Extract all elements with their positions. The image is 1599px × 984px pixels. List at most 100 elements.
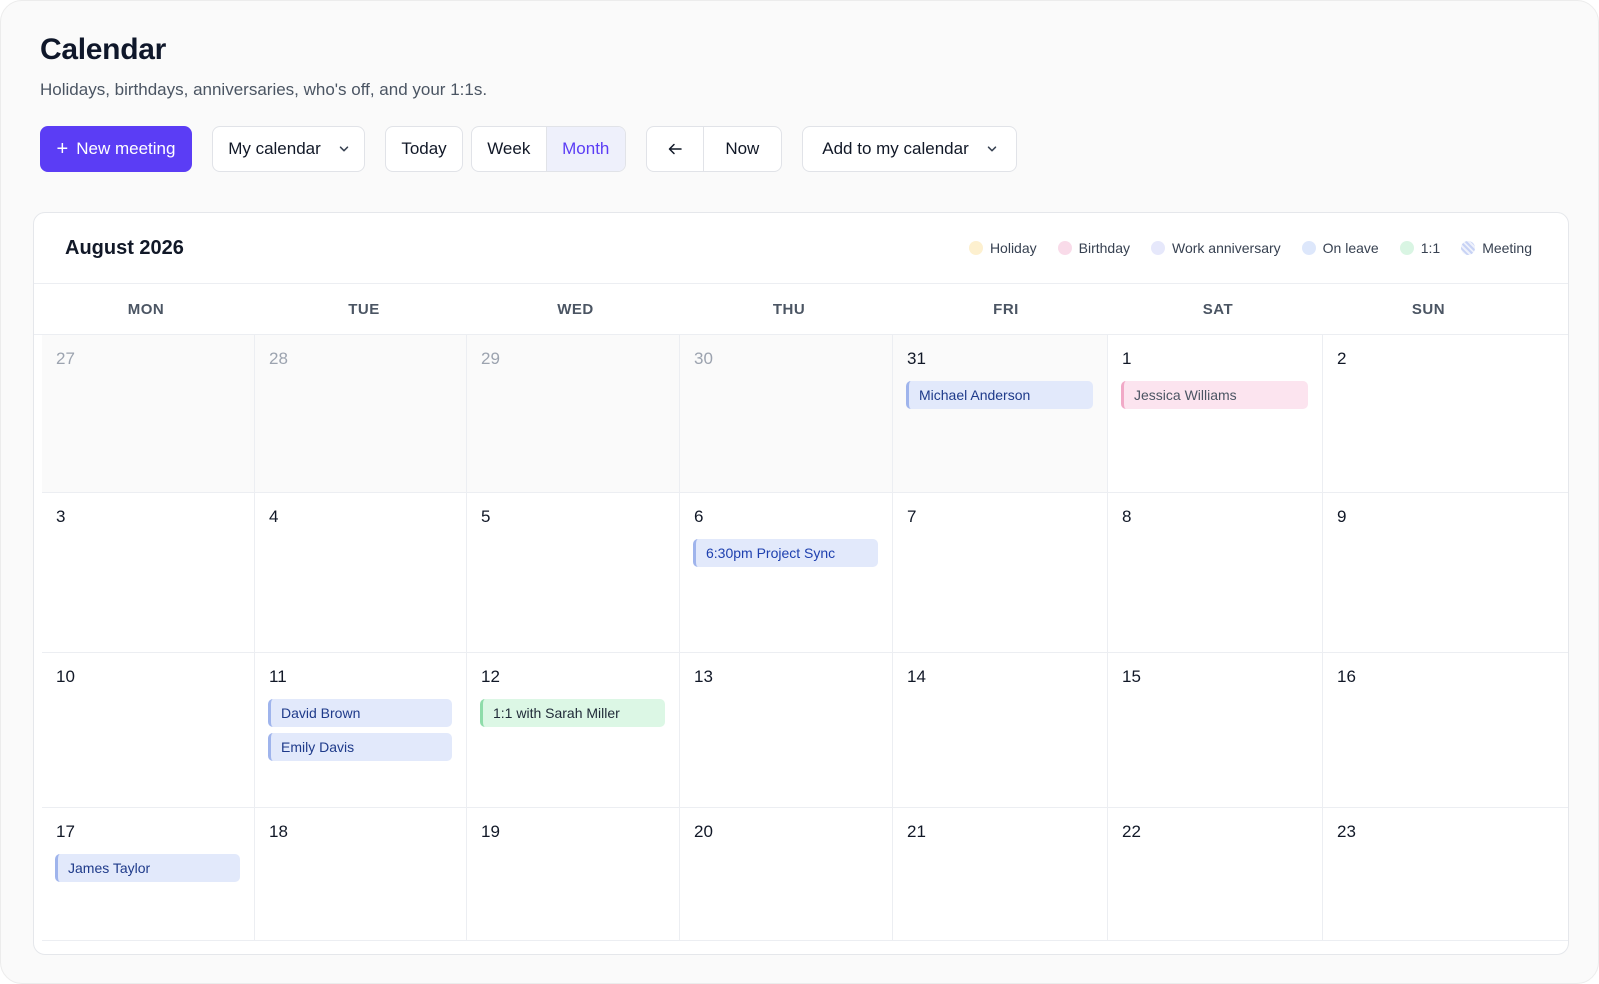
day-cell[interactable]: 4	[255, 493, 467, 652]
event-chip[interactable]: Michael Anderson	[906, 381, 1093, 409]
legend-dot-icon	[1151, 241, 1165, 255]
day-events: 1:1 with Sarah Miller	[480, 699, 665, 727]
weekday-wed: WED	[557, 300, 594, 318]
day-number: 2	[1337, 349, 1347, 368]
day-cell[interactable]: 9	[1323, 493, 1538, 652]
week-row: 27 28 29 30 31 Michael Anderson 1 Jessica Willi…	[42, 335, 1568, 493]
day-cell[interactable]: 30	[680, 335, 893, 492]
day-cell[interactable]: 2	[1323, 335, 1538, 492]
legend-label: Work anniversary	[1172, 240, 1281, 256]
legend-label: Meeting	[1482, 240, 1532, 256]
calendar-card: August 2026 Holiday Birthday Work annivers…	[33, 212, 1569, 955]
day-cell[interactable]: 17 James Taylor	[42, 808, 255, 940]
day-cell[interactable]: 31 Michael Anderson	[893, 335, 1108, 492]
day-cell[interactable]: 3	[42, 493, 255, 652]
legend-label: Birthday	[1078, 240, 1130, 256]
legend-item: On leave	[1301, 240, 1379, 256]
add-to-calendar-dropdown[interactable]: Add to my calendar	[802, 126, 1017, 172]
add-to-calendar-label: Add to my calendar	[822, 139, 969, 158]
day-cell[interactable]: 23	[1323, 808, 1538, 940]
legend-item: Birthday	[1057, 240, 1130, 256]
day-cell[interactable]: 28	[255, 335, 467, 492]
legend-dot-icon	[1057, 241, 1072, 255]
day-cell[interactable]: 29	[467, 335, 680, 492]
app-window: Calendar Holidays, birthdays, anniversar…	[0, 0, 1599, 984]
day-number: 17	[56, 822, 75, 841]
event-chip[interactable]: James Taylor	[55, 854, 240, 882]
day-events: Jessica Williams	[1121, 381, 1308, 409]
chevron-down-icon	[339, 146, 349, 152]
day-number: 23	[1337, 822, 1356, 841]
today-button[interactable]: Today	[385, 126, 463, 172]
day-cell[interactable]: 19	[467, 808, 680, 940]
week-row: 10 11 David Brown Emily Davis 12 1:1 with Sar…	[42, 653, 1568, 808]
legend: Holiday Birthday Work anniversary On leave 1…	[968, 240, 1532, 256]
day-number: 19	[481, 822, 500, 841]
day-number: 8	[1122, 507, 1132, 526]
legend-dot-icon	[1301, 241, 1316, 255]
day-cell[interactable]: 13	[680, 653, 893, 807]
event-chip[interactable]: Emily Davis	[268, 733, 452, 761]
day-number: 16	[1337, 667, 1356, 686]
day-cell[interactable]: 11 David Brown Emily Davis	[255, 653, 467, 807]
day-cell[interactable]: 14	[893, 653, 1108, 807]
day-cell[interactable]: 21	[893, 808, 1108, 940]
day-cell[interactable]: 10	[42, 653, 255, 807]
weekday-tue: TUE	[348, 300, 380, 318]
now-button[interactable]: Now	[702, 127, 781, 171]
calendar-select-dropdown[interactable]: My calendar	[212, 126, 365, 172]
weekday-sat: SAT	[1202, 300, 1234, 318]
page-title: Calendar	[40, 33, 166, 66]
calendar-select-label: My calendar	[228, 139, 321, 158]
day-cell[interactable]: 1 Jessica Williams	[1108, 335, 1323, 492]
today-label: Today	[401, 139, 447, 158]
day-number: 11	[269, 667, 287, 686]
day-cell[interactable]: 12 1:1 with Sarah Miller	[467, 653, 680, 807]
day-number: 31	[907, 349, 926, 368]
day-cell[interactable]: 27	[42, 335, 255, 492]
week-view-button[interactable]: Week	[472, 127, 546, 171]
month-grid: 27 28 29 30 31 Michael Anderson 1 Jessica Willi…	[42, 335, 1568, 941]
day-number: 1	[1122, 349, 1132, 368]
day-cell[interactable]: 7	[893, 493, 1108, 652]
day-cell[interactable]: 20	[680, 808, 893, 940]
view-switcher: Week Month	[471, 126, 626, 172]
week-row: 17 James Taylor 18 19 20 21 22 23	[42, 808, 1568, 941]
legend-item: Meeting	[1461, 240, 1532, 256]
day-cell[interactable]: 8	[1108, 493, 1323, 652]
week-view-label: Week	[487, 139, 531, 158]
month-title: August 2026	[65, 237, 184, 259]
page-subtitle: Holidays, birthdays, anniversaries, who'…	[40, 80, 488, 99]
plus-icon: +	[56, 138, 69, 160]
event-chip[interactable]: 1:1 with Sarah Miller	[480, 699, 665, 727]
weekday-mon: MON	[127, 300, 165, 318]
day-number: 5	[481, 507, 491, 526]
previous-button[interactable]	[647, 127, 703, 171]
day-events: James Taylor	[55, 854, 240, 882]
day-cell[interactable]: 16	[1323, 653, 1538, 807]
arrow-left-icon	[668, 143, 682, 155]
new-meeting-button[interactable]: + New meeting	[40, 126, 192, 172]
day-number: 13	[694, 667, 713, 686]
day-cell[interactable]: 22	[1108, 808, 1323, 940]
legend-dot-icon	[968, 241, 983, 255]
event-chip[interactable]: Jessica Williams	[1121, 381, 1308, 409]
legend-item: Work anniversary	[1151, 240, 1281, 256]
legend-label: Holiday	[989, 240, 1037, 256]
event-chip[interactable]: 6:30pm Project Sync	[693, 539, 878, 567]
day-cell[interactable]: 15	[1108, 653, 1323, 807]
weekday-sun: SUN	[1411, 300, 1446, 318]
chevron-down-icon	[987, 146, 996, 152]
day-number: 27	[56, 349, 75, 368]
day-cell[interactable]: 18	[255, 808, 467, 940]
month-view-button[interactable]: Month	[545, 127, 625, 171]
day-events: Michael Anderson	[906, 381, 1093, 409]
day-number: 3	[56, 507, 66, 526]
day-cell[interactable]: 5	[467, 493, 680, 652]
event-chip[interactable]: David Brown	[268, 699, 452, 727]
legend-item: 1:1	[1399, 240, 1440, 256]
day-number: 28	[269, 349, 288, 368]
week-row: 3 4 5 6 6:30pm Project Sync 7 8 9	[42, 493, 1568, 653]
weekday-header: MON TUE WED THU FRI SAT SUN	[34, 284, 1568, 335]
day-cell[interactable]: 6 6:30pm Project Sync	[680, 493, 893, 652]
